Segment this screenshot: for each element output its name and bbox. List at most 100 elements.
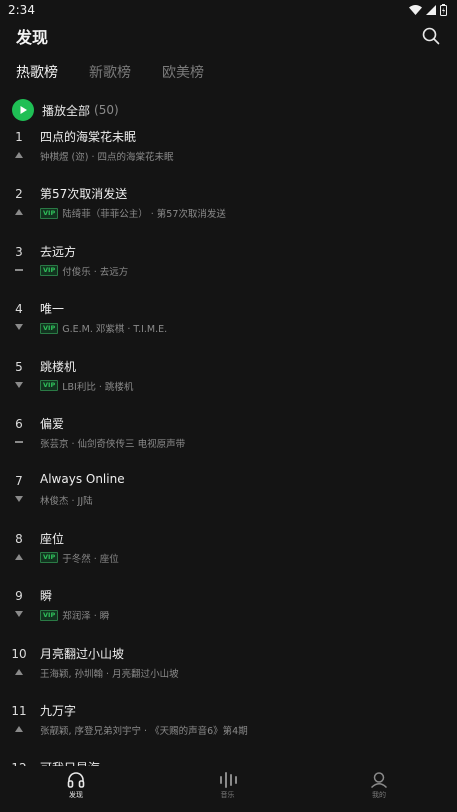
song-rank: 5 [15, 359, 23, 374]
song-item[interactable]: 5 跳楼机 VIP LBI利比 · 跳楼机 [0, 351, 457, 408]
battery-icon [440, 4, 447, 16]
song-item[interactable]: 7 Always Online 林俊杰 · JJ陆 [0, 465, 457, 522]
song-title: 去远方 [40, 244, 77, 259]
song-rank: 3 [15, 244, 23, 259]
song-artist-album: 郑润泽 · 瞬 [62, 611, 110, 623]
song-item[interactable]: 4 唯一 VIP G.E.M. 邓紫棋 · T.I.M.E. [0, 293, 457, 350]
trend-up-icon [13, 667, 25, 677]
song-meta: VIP 郑润泽 · 瞬 [40, 608, 109, 622]
chart-tabs: 热歌榜 新歌榜 欧美榜 [0, 52, 457, 92]
app-header: 发现 [0, 20, 457, 52]
song-rank: 10 [11, 646, 27, 661]
song-meta: VIP 付俊乐 · 去远方 [40, 264, 128, 278]
tab-western-songs[interactable]: 欧美榜 [162, 62, 204, 82]
song-meta: VIP LBI利比 · 跳楼机 [40, 379, 133, 393]
song-artist-album: 于冬然 · 座位 [62, 553, 119, 565]
song-rank: 7 [15, 474, 23, 489]
vip-badge: VIP [40, 380, 59, 392]
song-artist-album: 陆绮菲（菲菲公主） · 第57次取消发送 [62, 209, 226, 221]
tab-new-songs[interactable]: 新歌榜 [89, 62, 131, 82]
song-meta: 林俊杰 · JJ陆 [40, 493, 93, 507]
song-rank: 4 [15, 302, 23, 317]
bottom-nav: 发现 音乐 我的 [0, 766, 457, 812]
song-item[interactable]: 10 月亮翻过小山坡王海颖, 孙圳翰 · 月亮翻过小山坡 [0, 638, 457, 695]
song-meta: 张靓颖, 序登兄弟刘宇宁 · 《天赐的声音6》第4期 [40, 723, 248, 737]
vip-badge: VIP [40, 322, 59, 334]
nav-music-label: 音乐 [220, 791, 235, 799]
vip-badge: VIP [40, 609, 59, 621]
song-artist-album: 张靓颖, 序登兄弟刘宇宁 · 《天赐的声音6》第4期 [40, 725, 248, 737]
song-rank: 1 [15, 130, 23, 144]
trend-down-icon [13, 494, 25, 504]
status-bar: 2:34 [0, 0, 457, 20]
song-meta: 张芸京 · 仙剑奇侠传三 电视原声带 [40, 436, 185, 450]
song-title: 座位 [40, 531, 65, 546]
cellular-signal-icon [426, 5, 436, 15]
song-artist-album: 林俊杰 · JJ陆 [40, 496, 93, 508]
song-rank: 2 [15, 187, 23, 202]
song-title: 瞬 [40, 589, 53, 604]
status-time: 2:34 [8, 3, 35, 17]
trend-down-icon [13, 609, 25, 619]
trend-down-icon [13, 380, 25, 390]
song-meta: VIP 于冬然 · 座位 [40, 551, 119, 565]
trend-same-icon [13, 265, 25, 275]
song-list: 1 四点的海棠花未眠 钟棋煜 (迩) · 四点的海棠花未眠 2 第57次取消发送 VIP 陆… [0, 121, 457, 810]
song-item[interactable]: 2 第57次取消发送 VIP 陆绮菲（菲菲公主） · 第57次取消发送 [0, 178, 457, 235]
vip-badge: VIP [40, 265, 59, 277]
song-title: 月亮翻过小山坡 [40, 646, 125, 661]
search-icon [422, 27, 440, 45]
page-title: 发现 [16, 28, 49, 47]
nav-profile[interactable]: 我的 [349, 766, 409, 812]
song-item[interactable]: 3 去远方 VIP 付俊乐 · 去远方 [0, 236, 457, 293]
equalizer-icon [219, 772, 237, 788]
song-title: 跳楼机 [40, 359, 77, 374]
song-rank: 6 [15, 416, 23, 431]
song-meta: 王海颖, 孙圳翰 · 月亮翻过小山坡 [40, 666, 179, 680]
play-all-count: (50) [94, 103, 119, 117]
play-all-label: 播放全部 [42, 103, 91, 118]
trend-up-icon [13, 150, 25, 160]
nav-discover-label: 发现 [69, 791, 83, 799]
song-title: 第57次取消发送 [40, 187, 128, 202]
headphones-icon [67, 772, 85, 788]
trend-up-icon [13, 207, 25, 217]
song-rank: 8 [15, 531, 23, 546]
nav-discover[interactable]: 发现 [46, 766, 106, 812]
song-item[interactable]: 8 座位 VIP 于冬然 · 座位 [0, 523, 457, 580]
vip-badge: VIP [40, 207, 59, 219]
song-artist-album: 付俊乐 · 去远方 [62, 266, 129, 278]
vip-badge: VIP [40, 552, 59, 564]
song-artist-album: 张芸京 · 仙剑奇侠传三 电视原声带 [40, 438, 186, 450]
nav-profile-label: 我的 [372, 791, 386, 799]
song-rank: 9 [15, 589, 23, 604]
song-item[interactable]: 6 偏爱张芸京 · 仙剑奇侠传三 电视原声带 [0, 408, 457, 465]
song-item[interactable]: 1 四点的海棠花未眠钟棋煜 (迩) · 四点的海棠花未眠 [0, 121, 457, 178]
trend-down-icon [13, 322, 25, 332]
song-artist-album: G.E.M. 邓紫棋 · T.I.M.E. [62, 324, 168, 336]
song-rank: 11 [11, 703, 27, 718]
song-meta: 钟棋煜 (迩) · 四点的海棠花未眠 [40, 149, 174, 163]
search-button[interactable] [419, 24, 443, 48]
tab-hot-songs[interactable]: 热歌榜 [16, 62, 58, 82]
song-item[interactable]: 11 九万字张靓颖, 序登兄弟刘宇宁 · 《天赐的声音6》第4期 [0, 695, 457, 752]
profile-icon [370, 772, 388, 788]
song-title: 九万字 [40, 703, 77, 718]
trend-up-icon [13, 724, 25, 734]
song-artist-album: 王海颖, 孙圳翰 · 月亮翻过小山坡 [40, 668, 179, 680]
song-title: 偏爱 [40, 416, 65, 431]
status-icons [409, 4, 447, 16]
song-item[interactable]: 9 瞬 VIP 郑润泽 · 瞬 [0, 580, 457, 637]
song-meta: VIP G.E.M. 邓紫棋 · T.I.M.E. [40, 321, 167, 335]
song-meta: VIP 陆绮菲（菲菲公主） · 第57次取消发送 [40, 206, 226, 220]
trend-same-icon [13, 437, 25, 447]
trend-up-icon [13, 552, 25, 562]
song-title: 四点的海棠花未眠 [40, 130, 137, 144]
song-title: 唯一 [40, 302, 65, 317]
wifi-icon [409, 5, 422, 15]
nav-music[interactable]: 音乐 [198, 766, 258, 812]
song-title: Always Online [40, 472, 125, 487]
song-artist-album: LBI利比 · 跳楼机 [62, 381, 134, 393]
song-artist-album: 钟棋煜 (迩) · 四点的海棠花未眠 [40, 152, 174, 163]
play-icon [12, 99, 34, 121]
